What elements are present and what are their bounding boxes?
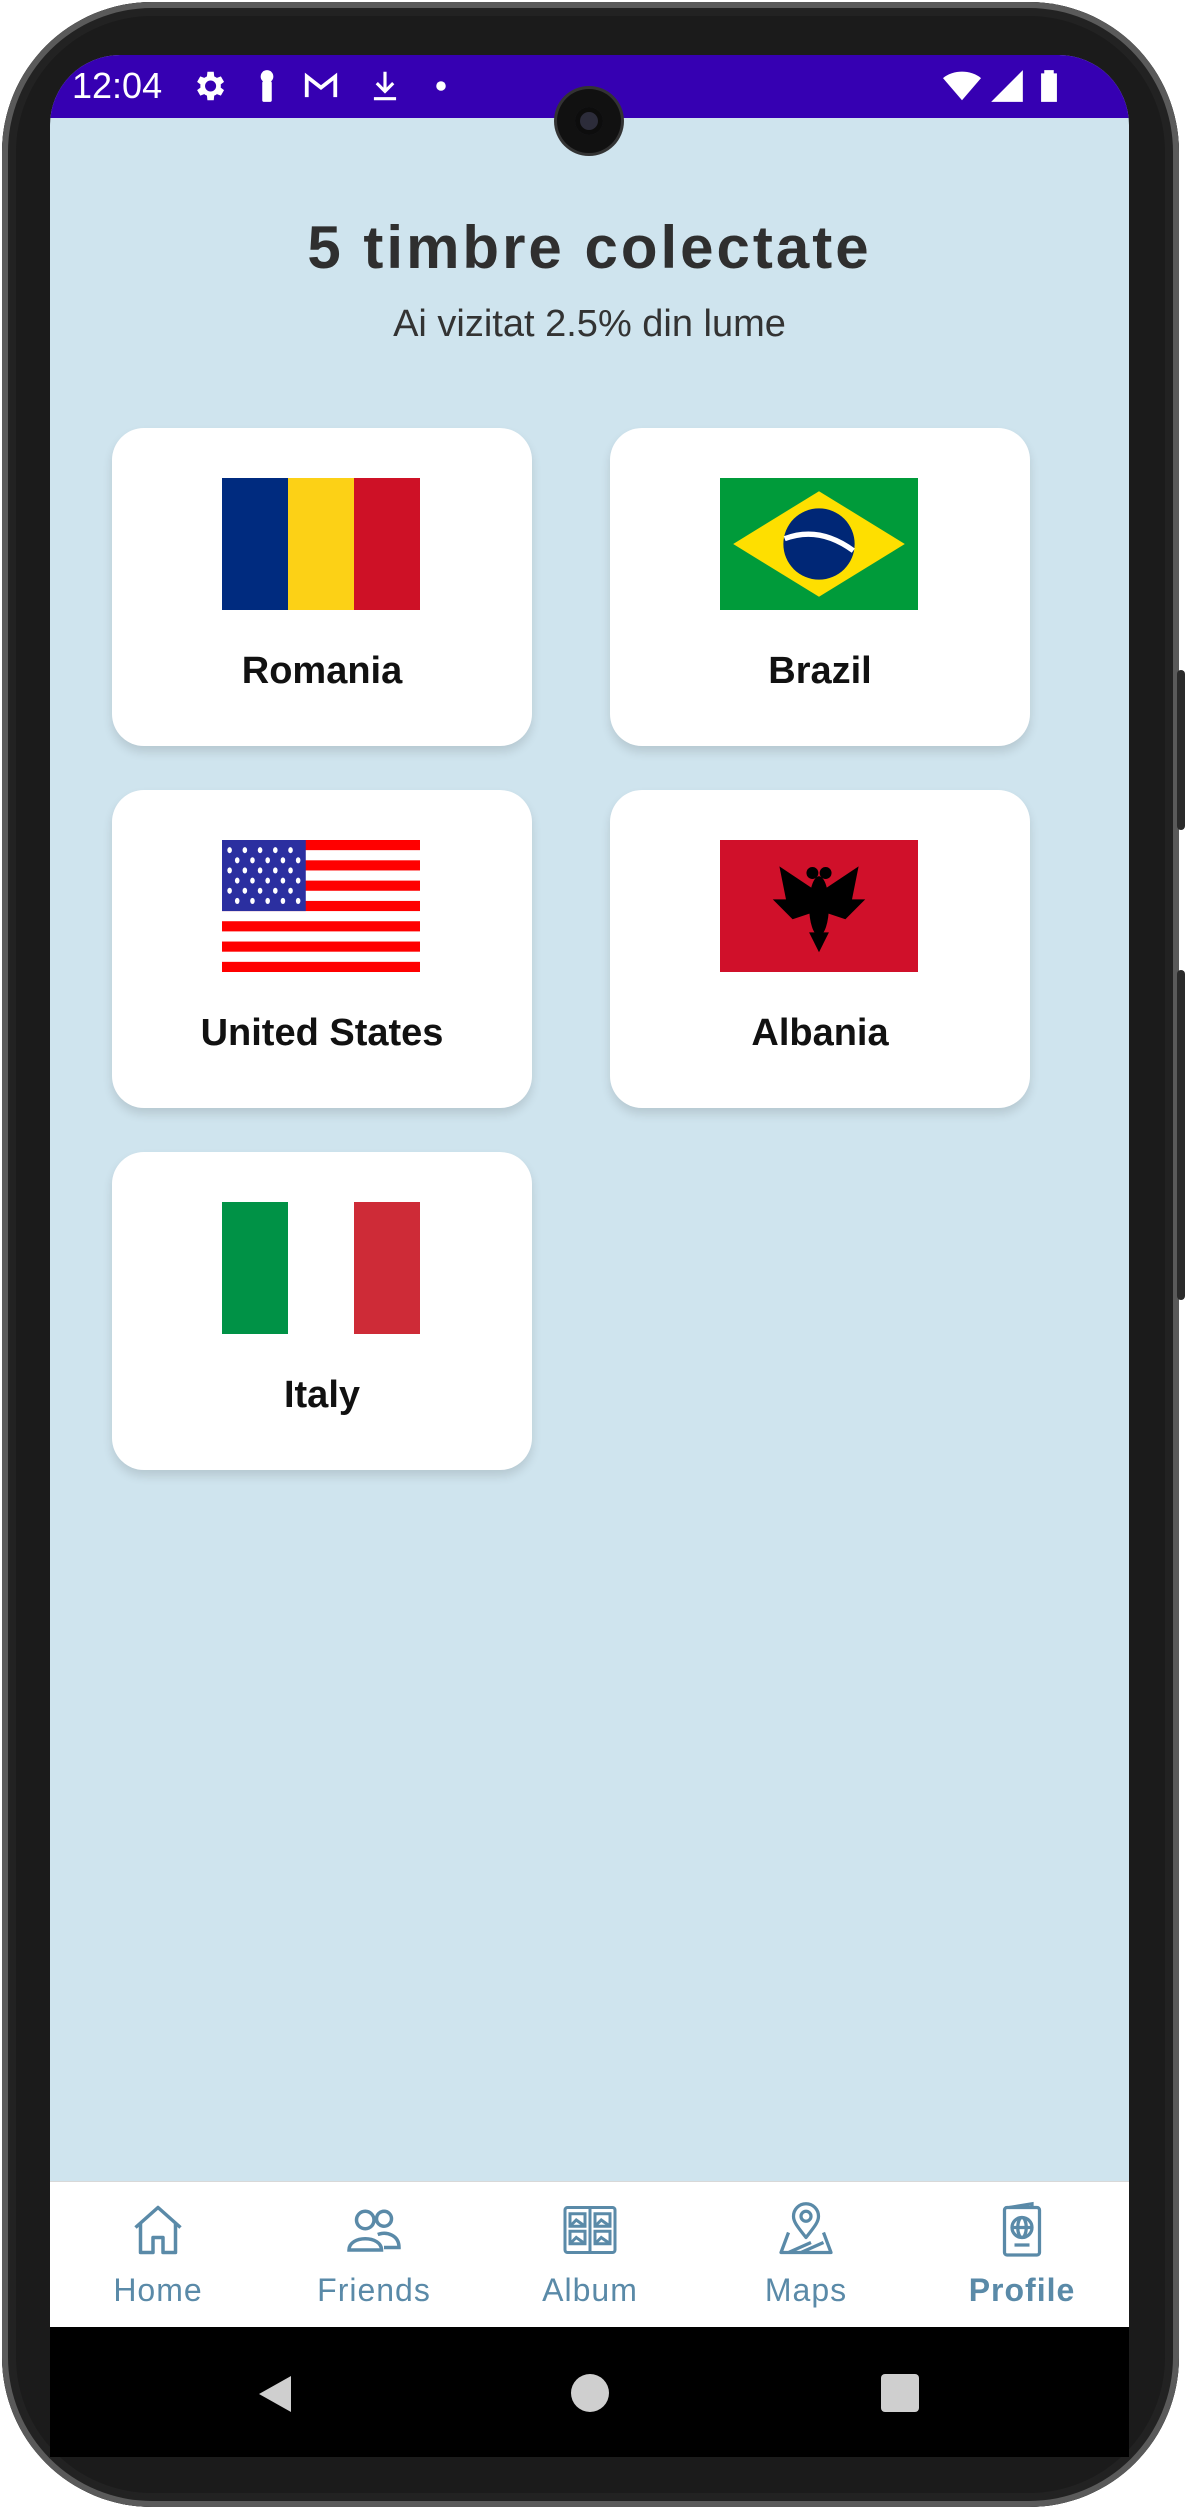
nav-friends[interactable]: Friends bbox=[266, 2182, 482, 2327]
home-icon bbox=[134, 2205, 182, 2255]
stamp-country-name: Albania bbox=[751, 1012, 889, 1054]
stamp-country-name: Romania bbox=[241, 650, 403, 692]
map-pin-icon bbox=[779, 2202, 833, 2255]
signal-icon bbox=[991, 70, 1023, 102]
page-subtitle: Ai vizitat 2.5% din lume bbox=[393, 303, 786, 345]
albania-flag-icon bbox=[720, 840, 918, 972]
stamp-country-name: United States bbox=[200, 1012, 444, 1054]
page-title: 5 timbre colectate bbox=[307, 214, 872, 281]
stamp-card-albania[interactable]: Albania bbox=[610, 790, 1030, 1108]
settings-icon bbox=[197, 71, 225, 101]
dot-icon bbox=[436, 81, 446, 91]
system-nav-bar bbox=[50, 2327, 1129, 2457]
album-icon bbox=[563, 2206, 617, 2254]
nav-label: Maps bbox=[764, 2272, 848, 2308]
gmail-icon bbox=[304, 72, 338, 98]
nav-label: Profile bbox=[968, 2272, 1076, 2308]
passport-icon bbox=[1002, 2201, 1042, 2257]
brazil-flag-icon bbox=[720, 478, 918, 610]
stamp-card-brazil[interactable]: Brazil bbox=[610, 428, 1030, 746]
nav-label: Home bbox=[113, 2272, 203, 2308]
stamp-card-united-states[interactable]: United States bbox=[112, 790, 532, 1108]
nav-label: Album bbox=[542, 2272, 638, 2308]
key-icon bbox=[260, 70, 274, 102]
bottom-nav: Home Friends Album Maps Profile bbox=[50, 2181, 1129, 2327]
recents-icon[interactable] bbox=[880, 2373, 920, 2413]
nav-home[interactable]: Home bbox=[50, 2182, 266, 2327]
italy-flag-icon bbox=[222, 1202, 420, 1334]
download-icon bbox=[373, 71, 397, 101]
stamp-country-name: Brazil bbox=[768, 650, 872, 692]
app-screen: 12:04 5 timbre colectate Ai vizitat 2.5%… bbox=[50, 55, 1129, 2327]
stamp-country-name: Italy bbox=[283, 1374, 361, 1416]
nav-maps[interactable]: Maps bbox=[698, 2182, 914, 2327]
usa-flag-icon bbox=[222, 840, 420, 972]
wifi-icon bbox=[943, 71, 981, 101]
nav-profile[interactable]: Profile bbox=[914, 2182, 1129, 2327]
nav-label: Friends bbox=[317, 2272, 431, 2308]
power-button bbox=[1177, 670, 1185, 830]
battery-icon bbox=[1041, 70, 1057, 102]
volume-button bbox=[1177, 970, 1185, 1300]
friends-icon bbox=[347, 2209, 401, 2252]
stamp-card-romania[interactable]: Romania bbox=[112, 428, 532, 746]
status-time: 12:04 bbox=[72, 65, 163, 106]
stamp-card-italy[interactable]: Italy bbox=[112, 1152, 532, 1470]
home-circle-icon[interactable] bbox=[570, 2373, 610, 2413]
nav-album[interactable]: Album bbox=[482, 2182, 698, 2327]
front-camera bbox=[557, 89, 621, 153]
back-icon[interactable] bbox=[255, 2372, 295, 2416]
romania-flag-icon bbox=[222, 478, 420, 610]
